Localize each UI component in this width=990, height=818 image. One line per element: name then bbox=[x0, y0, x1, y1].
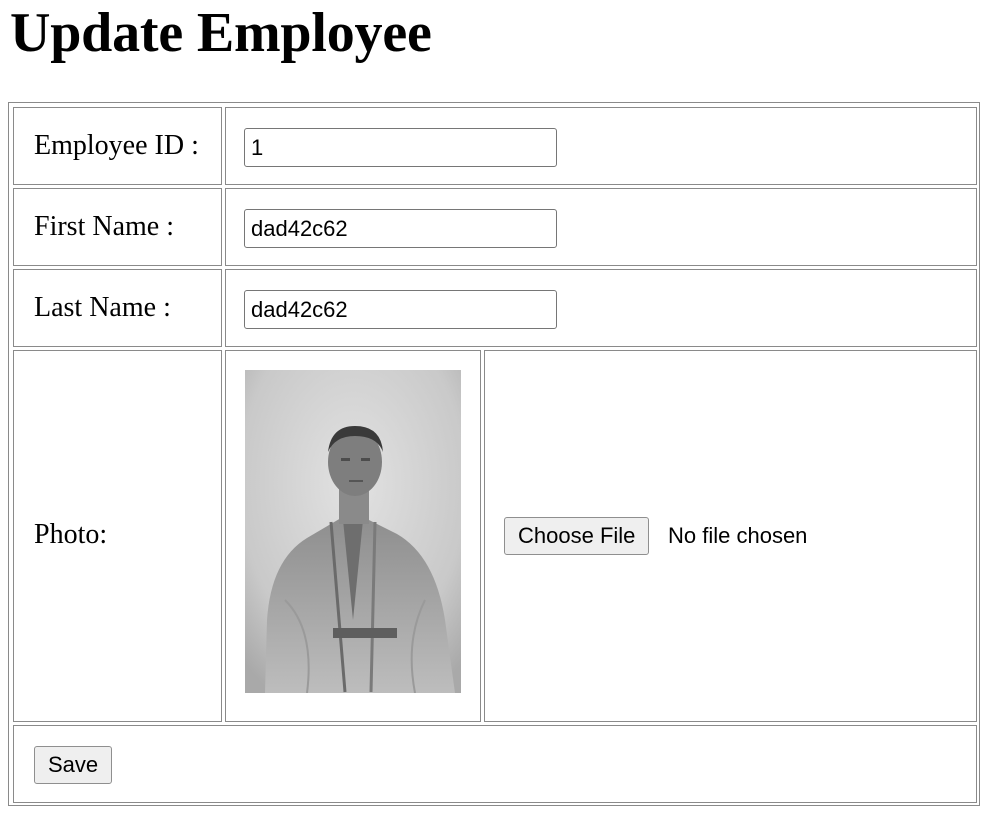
photo-upload-cell: Choose File No file chosen bbox=[484, 350, 977, 722]
choose-file-button[interactable]: Choose File bbox=[504, 517, 650, 555]
photo-image-cell bbox=[225, 350, 481, 722]
employee-form-table: Employee ID : First Name : Last Name : P… bbox=[8, 102, 980, 806]
employee-photo bbox=[245, 370, 461, 693]
photo-label: Photo: bbox=[34, 519, 108, 550]
employee-id-label: Employee ID : bbox=[34, 130, 199, 161]
last-name-label-cell: Last Name : bbox=[13, 269, 222, 347]
photo-label-cell: Photo: bbox=[13, 350, 222, 722]
employee-id-label-cell: Employee ID : bbox=[13, 107, 222, 185]
first-name-label-cell: First Name : bbox=[13, 188, 222, 266]
last-name-input-cell bbox=[225, 269, 977, 347]
save-row-cell: Save bbox=[13, 725, 977, 803]
save-button[interactable]: Save bbox=[34, 746, 113, 784]
employee-id-input[interactable] bbox=[244, 128, 557, 167]
employee-id-input-cell bbox=[225, 107, 977, 185]
file-status-text: No file chosen bbox=[668, 523, 808, 548]
last-name-label: Last Name : bbox=[34, 292, 171, 323]
page-title: Update Employee bbox=[10, 2, 432, 64]
first-name-label: First Name : bbox=[34, 211, 174, 242]
first-name-input-cell bbox=[225, 188, 977, 266]
first-name-input[interactable] bbox=[244, 209, 557, 248]
last-name-input[interactable] bbox=[244, 290, 557, 329]
